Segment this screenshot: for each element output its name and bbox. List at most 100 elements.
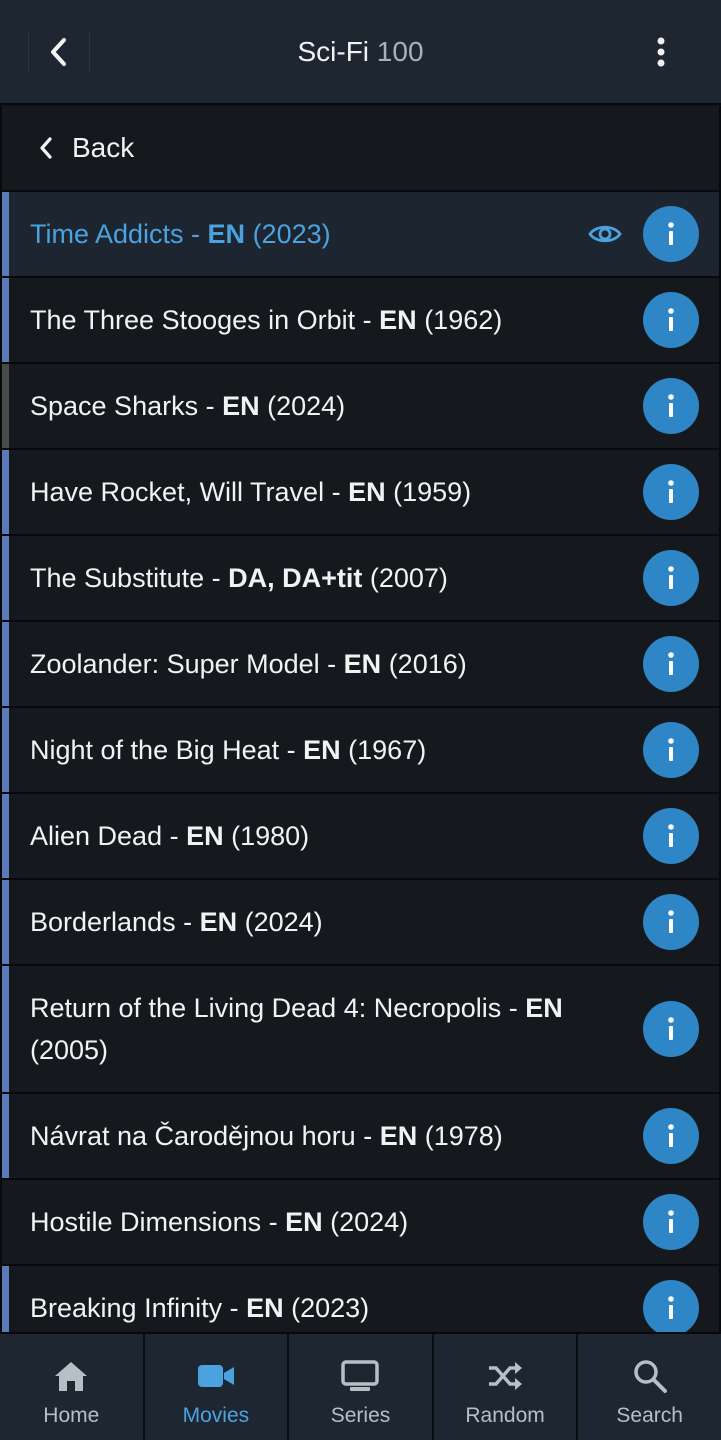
movie-year: (1978) <box>417 1121 503 1151</box>
info-button[interactable] <box>643 808 699 864</box>
movie-list-item[interactable]: Return of the Living Dead 4: Necropolis … <box>2 966 719 1094</box>
tab-series[interactable]: Series <box>289 1334 434 1440</box>
info-icon <box>668 738 674 761</box>
movie-list-item[interactable]: Breaking Infinity - EN (2023) <box>2 1266 719 1332</box>
tab-label: Movies <box>182 1404 250 1427</box>
row-status-marker <box>2 708 9 792</box>
info-icon <box>668 652 674 675</box>
tab-movies[interactable]: Movies <box>145 1334 290 1440</box>
movie-title: Space Sharks - EN (2024) <box>30 385 345 427</box>
search-icon <box>632 1356 668 1396</box>
movie-year: (1959) <box>385 477 472 507</box>
movie-name: The Substitute - <box>30 563 229 593</box>
page-title: Sci-Fi 100 <box>0 36 721 68</box>
info-button[interactable] <box>643 1001 699 1057</box>
movie-name: Alien Dead - <box>30 821 187 851</box>
row-status-marker <box>2 536 9 620</box>
movie-language: EN <box>222 391 260 421</box>
movie-title: Alien Dead - EN (1980) <box>30 815 309 857</box>
info-icon <box>668 222 674 245</box>
movie-year: (1962) <box>416 305 503 335</box>
movie-year: (1967) <box>340 735 427 765</box>
row-status-marker <box>2 794 9 878</box>
movie-name: Night of the Big Heat - <box>30 735 304 765</box>
info-button[interactable] <box>643 894 699 950</box>
movie-language: EN <box>207 219 246 249</box>
movie-title: The Substitute - DA, DA+tit (2007) <box>30 557 448 599</box>
movie-language: EN <box>303 735 341 765</box>
movie-year: (2007) <box>362 563 448 593</box>
movie-list-item[interactable]: Borderlands - EN (2024) <box>2 880 719 966</box>
movie-year: (2023) <box>245 219 331 249</box>
home-icon <box>52 1356 90 1396</box>
list-back-row[interactable]: Back <box>2 106 719 192</box>
movie-language: EN <box>186 821 224 851</box>
tab-random[interactable]: Random <box>434 1334 579 1440</box>
movie-list-item[interactable]: Time Addicts - EN (2023) <box>2 192 719 278</box>
info-icon <box>668 824 674 847</box>
movie-title: The Three Stooges in Orbit - EN (1962) <box>30 299 502 341</box>
movie-list-item[interactable]: Alien Dead - EN (1980) <box>2 794 719 880</box>
movie-name: Hostile Dimensions - <box>30 1207 286 1237</box>
movie-name: Space Sharks - <box>30 391 223 421</box>
info-button[interactable] <box>643 636 699 692</box>
info-icon <box>668 480 674 503</box>
page-title-count: 100 <box>376 36 424 67</box>
movie-title: Have Rocket, Will Travel - EN (1959) <box>30 471 471 513</box>
row-status-marker <box>2 966 9 1092</box>
movie-name: Have Rocket, Will Travel - <box>30 477 349 507</box>
more-vertical-icon <box>657 37 665 67</box>
info-button[interactable] <box>643 1108 699 1164</box>
movie-title: Hostile Dimensions - EN (2024) <box>30 1201 408 1243</box>
movie-list-item[interactable]: The Three Stooges in Orbit - EN (1962) <box>2 278 719 364</box>
movie-year: (2016) <box>381 649 467 679</box>
movie-list-item[interactable]: Hostile Dimensions - EN (2024) <box>2 1180 719 1266</box>
info-button[interactable] <box>643 550 699 606</box>
row-status-marker <box>2 192 9 276</box>
video-camera-icon <box>196 1356 236 1396</box>
info-button[interactable] <box>643 722 699 778</box>
info-button[interactable] <box>643 1280 699 1332</box>
more-menu-button[interactable] <box>645 36 677 68</box>
movie-language: EN <box>348 477 386 507</box>
movie-list-item[interactable]: The Substitute - DA, DA+tit (2007) <box>2 536 719 622</box>
row-status-marker <box>2 1094 9 1178</box>
info-icon <box>668 1296 674 1319</box>
info-icon <box>668 394 674 417</box>
movie-list-item[interactable]: Zoolander: Super Model - EN (2016) <box>2 622 719 708</box>
movie-language: DA, DA+tit <box>228 563 363 593</box>
movie-title: Breaking Infinity - EN (2023) <box>30 1287 369 1329</box>
movie-name: Time Addicts - <box>30 219 208 249</box>
tab-label: Series <box>330 1404 391 1427</box>
info-button[interactable] <box>643 378 699 434</box>
info-button[interactable] <box>643 206 699 262</box>
movie-year: (2024) <box>259 391 346 421</box>
info-button[interactable] <box>643 464 699 520</box>
movie-list-item[interactable]: Space Sharks - EN (2024) <box>2 364 719 450</box>
movie-name: Zoolander: Super Model - <box>30 649 344 679</box>
movie-year: (2024) <box>237 907 323 937</box>
movie-list[interactable]: Back Time Addicts - EN (2023) The Three S… <box>0 106 721 1332</box>
movie-title: Return of the Living Dead 4: Necropolis … <box>30 987 629 1071</box>
tab-home[interactable]: Home <box>0 1334 145 1440</box>
movie-year: (1980) <box>223 821 310 851</box>
movie-language: EN <box>199 907 238 937</box>
movie-name: The Three Stooges in Orbit - <box>30 305 380 335</box>
row-status-marker <box>2 880 9 964</box>
tv-icon <box>340 1356 380 1396</box>
movie-title: Zoolander: Super Model - EN (2016) <box>30 643 467 685</box>
movie-list-item[interactable]: Have Rocket, Will Travel - EN (1959) <box>2 450 719 536</box>
movie-list-item[interactable]: Návrat na Čarodějnou horu - EN (1978) <box>2 1094 719 1180</box>
info-button[interactable] <box>643 292 699 348</box>
movie-name: Return of the Living Dead 4: Necropolis … <box>30 993 526 1023</box>
movie-language: EN <box>246 1293 284 1323</box>
movie-language: EN <box>379 305 417 335</box>
eye-icon[interactable] <box>587 218 623 250</box>
list-back-label: Back <box>72 132 135 163</box>
info-icon <box>668 1210 674 1233</box>
movie-language: EN <box>525 993 563 1023</box>
movie-list-item[interactable]: Night of the Big Heat - EN (1967) <box>2 708 719 794</box>
row-status-marker <box>2 364 9 448</box>
info-button[interactable] <box>643 1194 699 1250</box>
tab-search[interactable]: Search <box>578 1334 721 1440</box>
